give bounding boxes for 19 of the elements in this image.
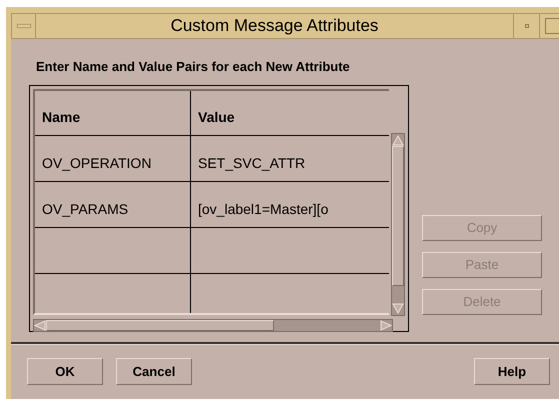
table-cell[interactable]: SET_SVC_ATTR xyxy=(198,153,306,174)
dialog-button[interactable]: Help xyxy=(474,358,550,385)
window-menu-icon xyxy=(16,24,30,28)
window-title: Custom Message Attributes xyxy=(170,15,380,37)
column-header: Name xyxy=(42,108,80,127)
table-cell[interactable]: OV_OPERATION xyxy=(42,153,152,174)
table-cell[interactable]: OV_PARAMS xyxy=(42,199,128,220)
minimize-icon xyxy=(524,24,528,28)
maximize-button[interactable] xyxy=(539,14,559,38)
horizontal-scrollbar[interactable] xyxy=(33,319,393,332)
dialog-button[interactable]: OK xyxy=(27,358,103,385)
table-cell[interactable]: [ov_label1=Master][o xyxy=(198,199,328,220)
scroll-down-icon[interactable] xyxy=(392,303,404,315)
scroll-right-icon[interactable] xyxy=(380,320,392,331)
column-header: Value xyxy=(198,108,235,127)
dialog-button[interactable]: Cancel xyxy=(116,358,192,385)
scroll-left-icon[interactable] xyxy=(34,320,46,331)
vertical-scrollbar[interactable] xyxy=(391,133,405,316)
instruction-label: Enter Name and Value Pairs for each New Attribute xyxy=(36,59,351,75)
